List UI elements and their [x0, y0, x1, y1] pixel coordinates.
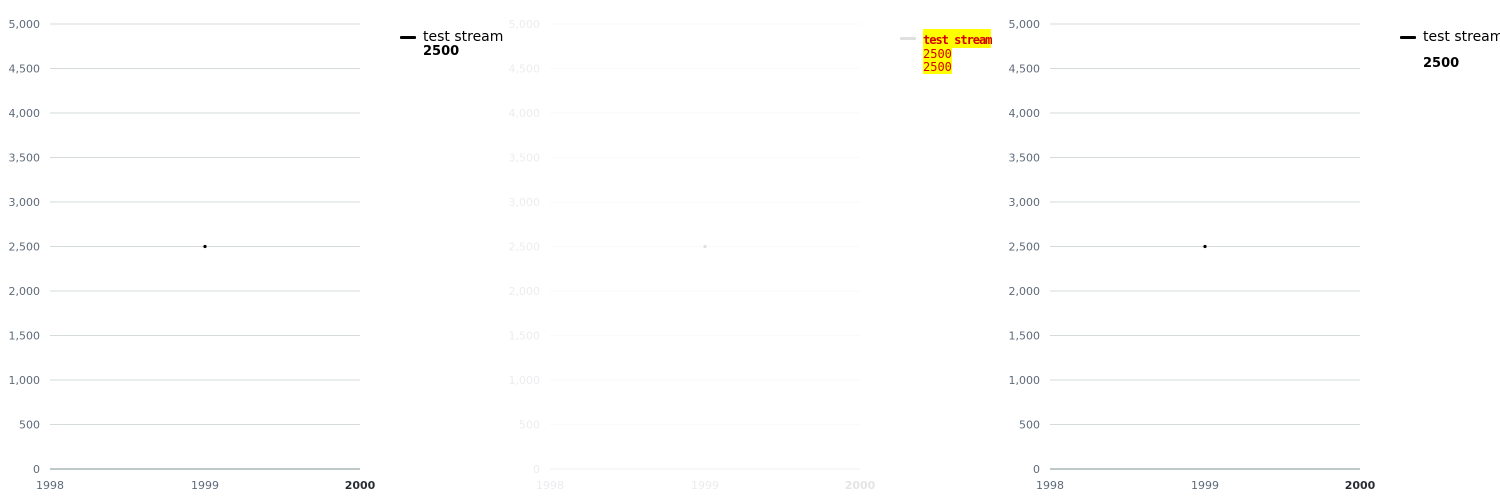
y-tick-label: 4,000	[9, 107, 41, 120]
legend-swatch	[900, 37, 916, 40]
y-tick-label: 500	[19, 419, 40, 432]
y-tick-label: 1,500	[509, 330, 541, 343]
legend-values-highlight: 2500 2500	[923, 48, 952, 74]
y-tick-label: 2,000	[1009, 285, 1041, 298]
legend-swatch	[400, 35, 416, 39]
x-tick-label: 1998	[36, 479, 64, 492]
y-tick-label: 5,000	[509, 18, 541, 31]
y-tick-label: 1,000	[9, 374, 41, 387]
x-tick-label: 1999	[1191, 479, 1219, 492]
y-tick-label: 5,000	[1009, 18, 1041, 31]
legend-series-value: 2500	[1423, 56, 1460, 71]
chart-panel-3: 0 500 1,000 1,500 2,000 2,500 3,000 3,500 4,000 4…	[1000, 0, 1500, 500]
chart-svg-2: 0 500 1,000 1,500 2,000 2,500 3,000 3,500 4,000 4…	[509, 18, 876, 492]
y-tick-label: 0	[1033, 463, 1040, 476]
y-tick-label: 1,000	[509, 374, 541, 387]
y-tick-label: 3,000	[1009, 196, 1041, 209]
y-tick-label: 1,000	[1009, 374, 1041, 387]
y-tick-label: 0	[533, 463, 540, 476]
legend-series-value: 2500	[923, 60, 952, 74]
legend-3[interactable]: test stream 2500	[1400, 29, 1500, 71]
x-tick-label: 1998	[536, 479, 564, 492]
legend-series-value: 2500	[423, 44, 460, 59]
chart-svg-3: 0 500 1,000 1,500 2,000 2,500 3,000 3,500 4,000 4…	[1009, 18, 1376, 492]
x-tick-label: 1999	[191, 479, 219, 492]
y-tick-label: 3,500	[1009, 152, 1041, 165]
legend-series-name: test stream	[423, 29, 504, 45]
y-tick-label: 3,000	[509, 196, 541, 209]
y-tick-label: 2,000	[9, 285, 41, 298]
x-tick-label: 1999	[691, 479, 719, 492]
chart-panel-1: 0 500 1,000 1,500 2,000 2,500 3,000 3,500 4,000 4…	[0, 0, 504, 500]
y-tick-label: 1,500	[9, 330, 41, 343]
legend-item[interactable]: test stream	[1400, 29, 1500, 45]
legend-series-name: test stream	[923, 33, 992, 47]
legend-item[interactable]: test stream	[400, 29, 503, 45]
y-tick-label: 2,500	[509, 241, 541, 254]
y-tick-label: 4,500	[509, 63, 541, 76]
y-tick-label: 4,000	[509, 107, 541, 120]
y-tick-label: 3,500	[509, 152, 541, 165]
x-tick-label: 2000	[1345, 479, 1376, 492]
x-tick-label: 2000	[345, 479, 376, 492]
y-tick-label: 0	[33, 463, 40, 476]
legend-series-name: test stream	[1423, 29, 1500, 45]
data-point	[703, 244, 707, 249]
data-point	[203, 244, 207, 249]
y-tick-label: 4,000	[1009, 107, 1041, 120]
y-tick-label: 1,500	[1009, 330, 1041, 343]
y-tick-label: 2,500	[1009, 241, 1041, 254]
x-tick-label: 1998	[1036, 479, 1064, 492]
x-tick-label: 2000	[845, 479, 876, 492]
y-tick-label: 2,500	[9, 241, 41, 254]
y-tick-label: 500	[519, 419, 540, 432]
y-tick-label: 2,000	[509, 285, 541, 298]
y-tick-label: 3,500	[9, 152, 41, 165]
data-point	[1203, 244, 1207, 249]
legend-2[interactable]: test stream 2500 2500	[900, 29, 992, 75]
y-tick-label: 4,500	[9, 63, 41, 76]
legend-1[interactable]: test stream 2500	[400, 29, 503, 59]
y-tick-label: 4,500	[1009, 63, 1041, 76]
y-tick-label: 5,000	[9, 18, 41, 31]
chart-panel-2: 0 500 1,000 1,500 2,000 2,500 3,000 3,500 4,000 4…	[500, 0, 1000, 500]
y-tick-label: 500	[1019, 419, 1040, 432]
legend-item[interactable]: test stream	[900, 29, 992, 48]
chart-svg-1: 0 500 1,000 1,500 2,000 2,500 3,000 3,500 4,000 4…	[9, 18, 376, 492]
legend-swatch	[1400, 35, 1416, 39]
legend-highlight: test stream	[923, 29, 992, 48]
y-tick-label: 3,000	[9, 196, 41, 209]
